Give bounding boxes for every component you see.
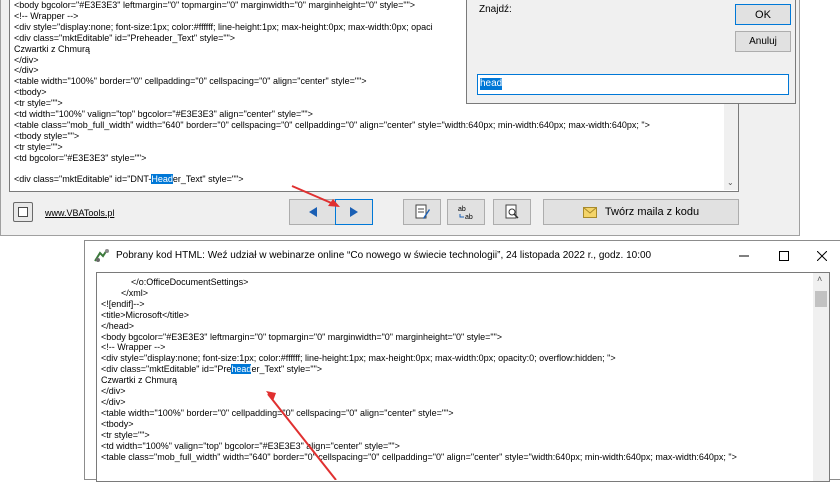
annotation-arrow [291, 185, 337, 206]
annotation-arrow [267, 393, 337, 480]
arrow-head-icon [266, 391, 276, 401]
annotation-arrows [266, 185, 340, 480]
